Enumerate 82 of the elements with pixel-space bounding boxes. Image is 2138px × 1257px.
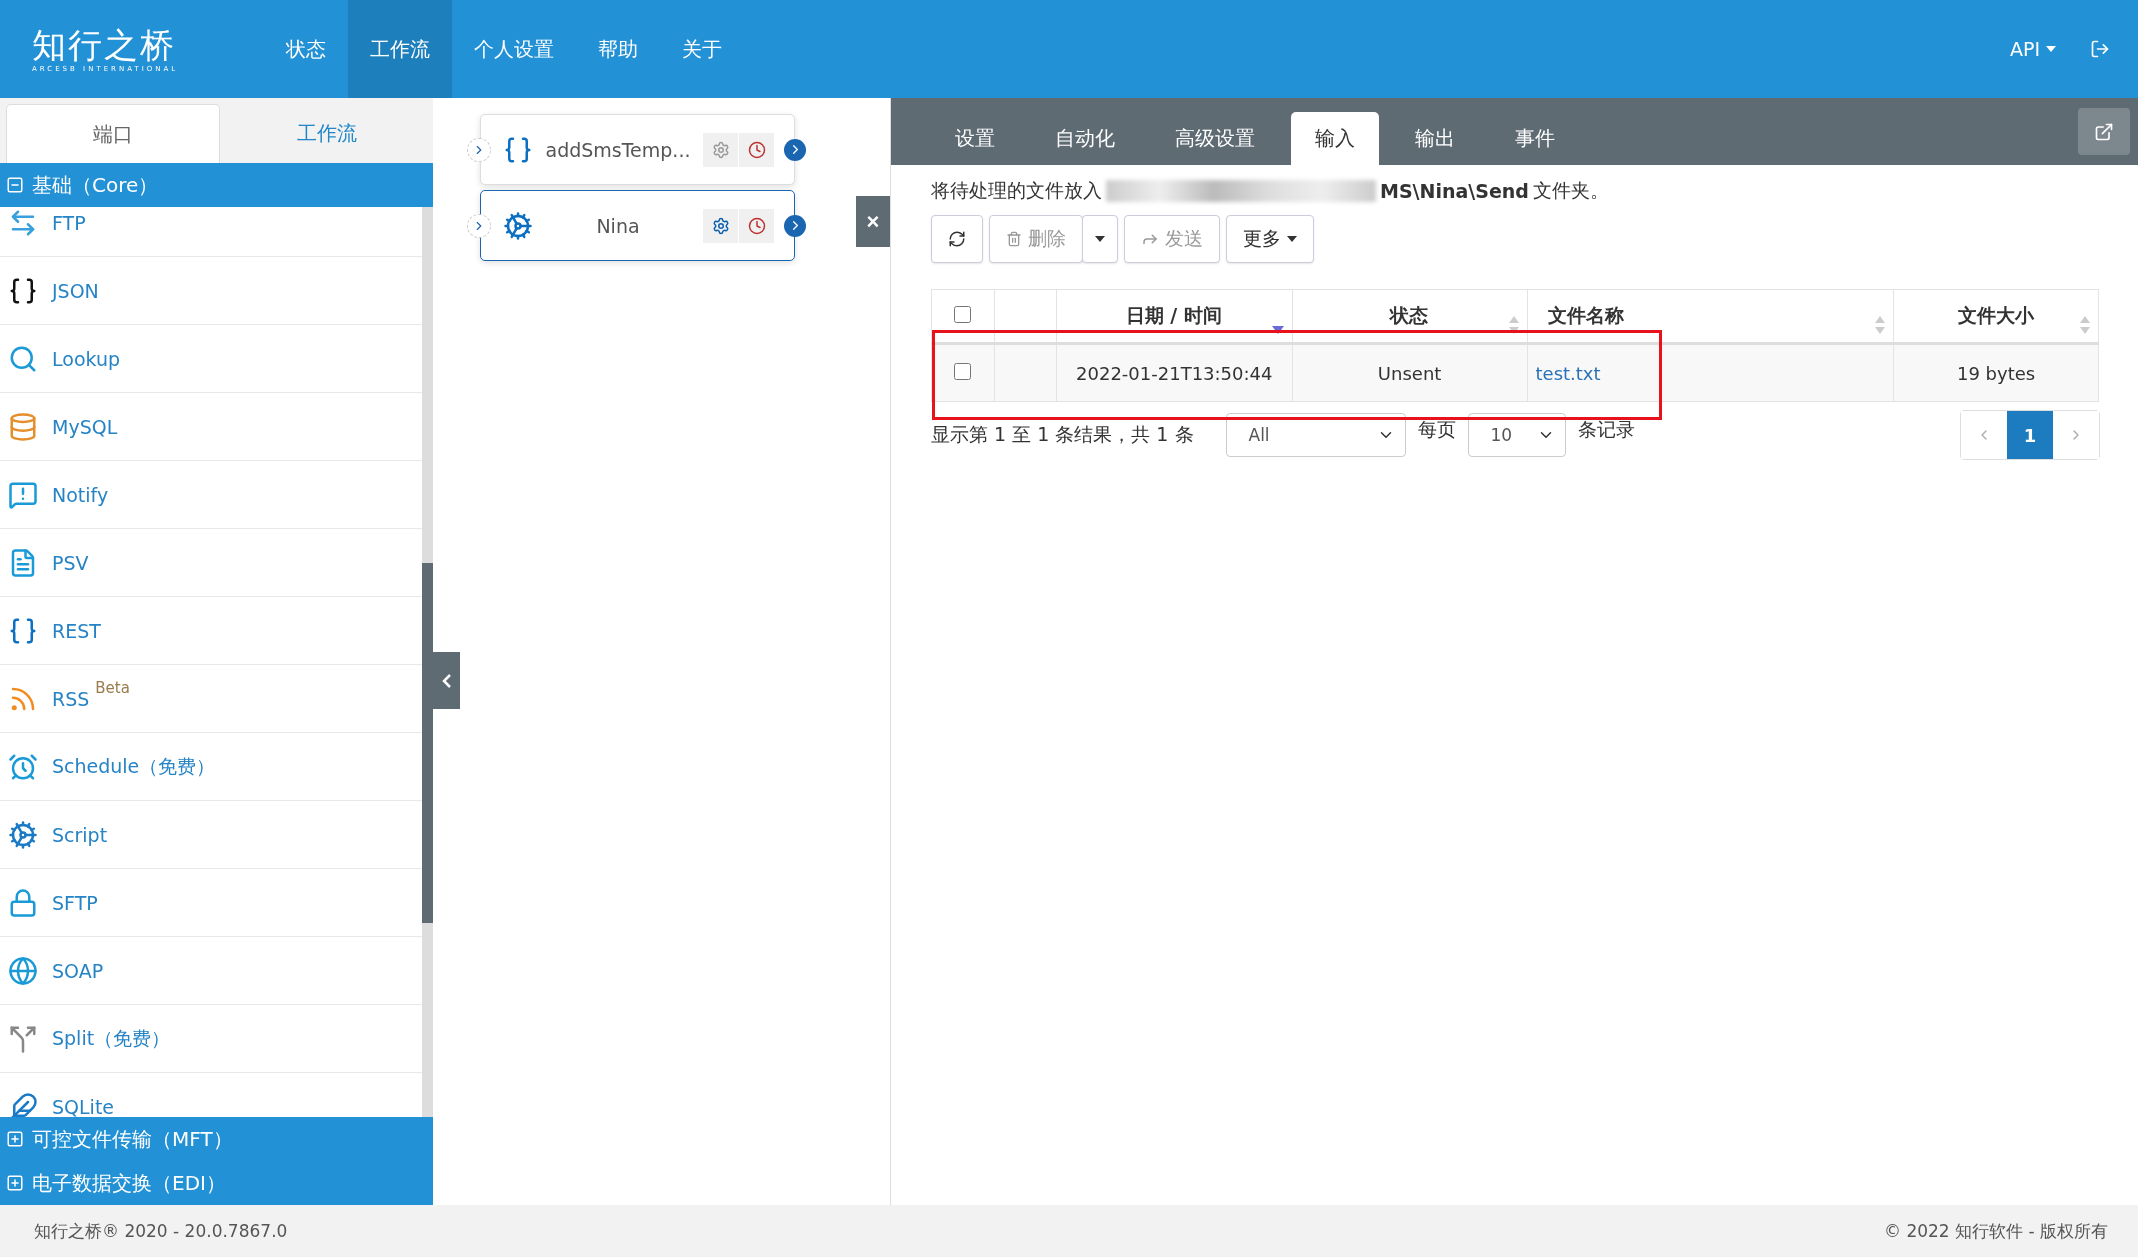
info-text: 文件夹。 — [1532, 178, 1609, 203]
schedule-button[interactable] — [739, 208, 774, 243]
folder-path: MS\Nina\Send — [1380, 180, 1529, 202]
per-page-label: 每页 — [1417, 417, 1456, 442]
database-icon — [8, 411, 38, 442]
scrollbar-thumb[interactable] — [422, 563, 433, 923]
connector-item[interactable]: FTP — [0, 207, 422, 257]
sidebar-tab[interactable]: 工作流 — [221, 104, 433, 163]
input-port[interactable] — [467, 213, 491, 238]
panel-tab[interactable]: 事件 — [1491, 112, 1579, 165]
lock-icon — [8, 887, 38, 918]
settings-icon — [711, 140, 730, 159]
gear-icon — [8, 819, 38, 850]
group-title: 可控文件传输（MFT） — [32, 1125, 233, 1153]
logo-text: 知行之桥 — [32, 25, 177, 65]
nav-item[interactable]: 状态 — [264, 0, 348, 98]
panel-tab[interactable]: 高级设置 — [1151, 112, 1279, 165]
group-header[interactable]: 基础（Core） — [0, 163, 433, 207]
copyright-text: © 2022 知行软件 - 版权所有 — [1884, 1219, 2108, 1243]
split-icon — [8, 1023, 38, 1054]
schedule-button[interactable] — [739, 132, 774, 167]
sidebar-tab[interactable]: 端口 — [6, 104, 220, 163]
refresh-icon — [948, 230, 966, 248]
connector-item[interactable]: SOAP — [0, 937, 422, 1005]
node-name: addSmsTemp... — [544, 138, 692, 161]
caret-icon — [2046, 46, 2056, 52]
flow-node-card[interactable]: addSmsTemp... — [480, 114, 795, 185]
version-text: 知行之桥® 2020 - 20.0.7867.0 — [34, 1219, 288, 1243]
page-size-select[interactable]: 10 — [1467, 413, 1566, 457]
node-name: Nina — [595, 214, 641, 237]
clock-icon — [747, 140, 766, 159]
table-cell: 19 bytes — [1893, 343, 2099, 402]
nav-item[interactable]: 帮助 — [576, 0, 660, 98]
nav-item[interactable]: 关于 — [660, 0, 744, 98]
settings-icon — [711, 216, 730, 235]
table-cell: 2022-01-21T13:50:44 — [1056, 343, 1293, 402]
refresh-button[interactable] — [931, 215, 983, 263]
filter-select[interactable]: All — [1225, 413, 1406, 457]
input-port[interactable] — [467, 137, 491, 162]
nav-item[interactable]: 个人设置 — [452, 0, 576, 98]
logout-icon[interactable] — [2090, 39, 2110, 59]
connector-item[interactable]: PSV — [0, 529, 422, 597]
panel-tab[interactable]: 自动化 — [1031, 112, 1139, 165]
group-header[interactable]: 电子数据交换（EDI） — [0, 1161, 433, 1205]
panel-tab[interactable]: 输入 — [1291, 112, 1379, 165]
page-button[interactable]: 1 — [2007, 411, 2053, 459]
caret-icon — [1095, 236, 1105, 242]
connector-item[interactable]: Script — [0, 801, 422, 869]
gear-icon — [503, 210, 533, 241]
nav-item[interactable]: 工作流 — [348, 0, 452, 98]
trash-icon — [1006, 231, 1022, 247]
results-summary: 显示第 1 至 1 条结果，共 1 条 — [931, 422, 1194, 447]
caret-icon — [1287, 236, 1297, 242]
group-title: 基础（Core） — [32, 171, 159, 199]
api-menu[interactable]: API — [2009, 38, 2056, 60]
panel-tab[interactable]: 设置 — [931, 112, 1019, 165]
file-link[interactable]: test.txt — [1535, 362, 1601, 384]
connector-item[interactable]: MySQL — [0, 393, 422, 461]
info-text: 将待处理的文件放入 — [931, 178, 1102, 203]
collapse-sidebar-button[interactable] — [433, 652, 460, 709]
popout-button[interactable] — [2078, 108, 2130, 155]
chevron-left-icon — [442, 673, 451, 688]
beta-label: Beta — [95, 679, 130, 697]
more-button[interactable]: 更多 — [1226, 215, 1314, 263]
connector-item[interactable]: Schedule（免费） — [0, 733, 422, 801]
clock-icon — [747, 216, 766, 235]
settings-button[interactable] — [703, 132, 738, 167]
flow-node-card[interactable]: Nina — [480, 190, 795, 261]
settings-button[interactable] — [703, 208, 738, 243]
table-cell: Unsent — [1292, 343, 1527, 402]
connector-item[interactable]: SFTP — [0, 869, 422, 937]
alarm-clock-icon — [8, 751, 38, 782]
group-header[interactable]: 可控文件传输（MFT） — [0, 1117, 433, 1161]
connector-item[interactable]: Notify — [0, 461, 422, 529]
external-link-icon — [2094, 121, 2114, 142]
close-button[interactable]: × — [856, 196, 890, 247]
panel-tab[interactable]: 输出 — [1391, 112, 1479, 165]
globe-icon — [8, 955, 38, 986]
select-all-checkbox[interactable] — [953, 306, 971, 323]
group-title: 电子数据交换（EDI） — [32, 1169, 226, 1197]
records-label: 条记录 — [1577, 417, 1635, 442]
row-checkbox[interactable] — [954, 362, 972, 380]
